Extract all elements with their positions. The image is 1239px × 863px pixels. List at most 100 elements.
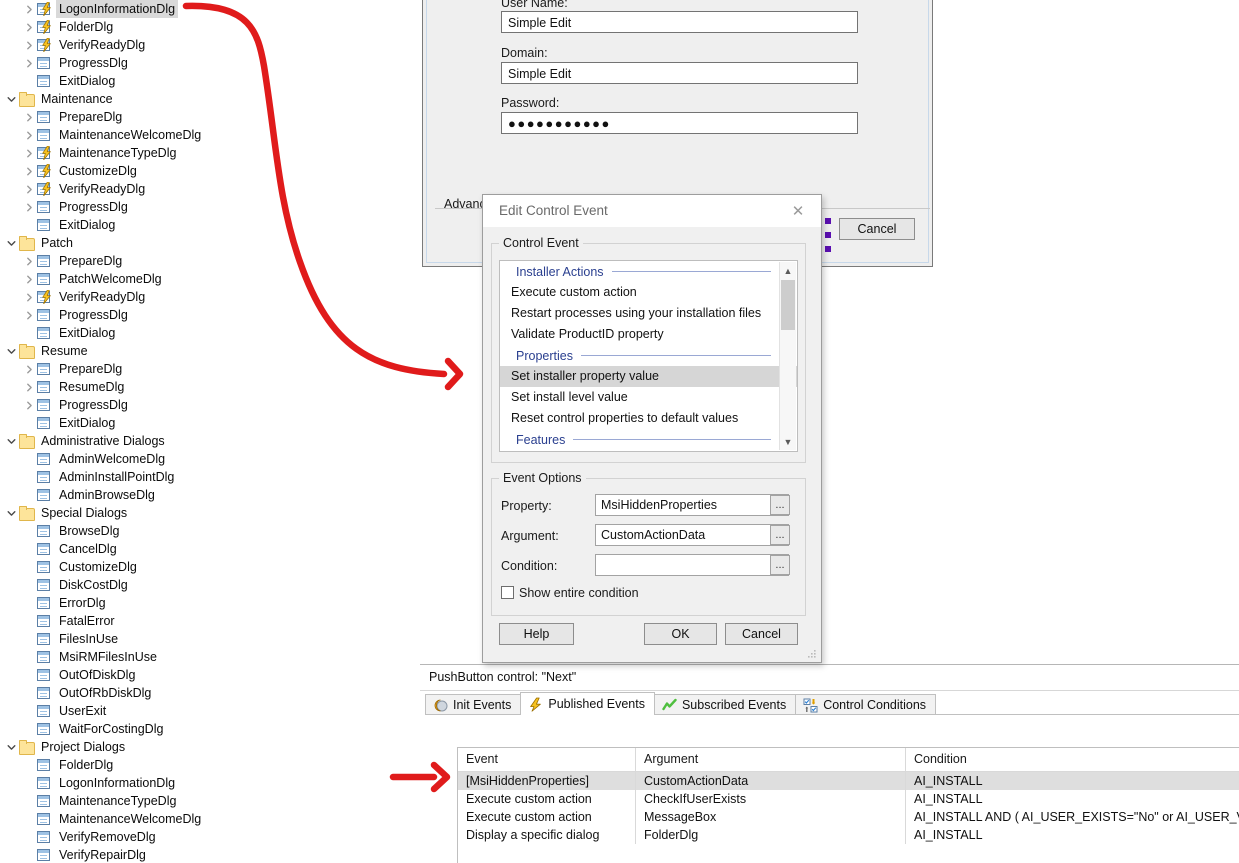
chevron-right-icon[interactable] (22, 18, 36, 36)
tree-item-exitdialog[interactable]: ExitDialog (0, 414, 420, 432)
tree-item-logoninformationdlg[interactable]: LogonInformationDlg (0, 774, 420, 792)
tree-item-verifyreadydlg[interactable]: VerifyReadyDlg (0, 180, 420, 198)
tree-item-errordlg[interactable]: ErrorDlg (0, 594, 420, 612)
event-group-features[interactable]: Features▲ (500, 429, 797, 450)
chevron-down-icon[interactable] (4, 738, 18, 756)
tree-item-preparedlg[interactable]: PrepareDlg (0, 108, 420, 126)
resize-grip-icon[interactable] (807, 649, 817, 659)
tree-item-admininstallpointdlg[interactable]: AdminInstallPointDlg (0, 468, 420, 486)
chevron-right-icon[interactable] (22, 144, 36, 162)
grid-cell[interactable]: Execute custom action (458, 790, 636, 808)
tree-item-logoninformationdlg[interactable]: LogonInformationDlg (0, 0, 420, 18)
tree-item-fatalerror[interactable]: FatalError (0, 612, 420, 630)
selection-handle-top[interactable] (825, 218, 831, 224)
tree-item-special-dialogs[interactable]: Special Dialogs (0, 504, 420, 522)
chevron-right-icon[interactable] (22, 360, 36, 378)
tree-item-maintenancewelcomedlg[interactable]: MaintenanceWelcomeDlg (0, 126, 420, 144)
tab-control-conditions[interactable]: Control Conditions (795, 694, 936, 715)
chevron-right-icon[interactable] (22, 126, 36, 144)
show-entire-condition-checkbox[interactable] (501, 586, 514, 599)
tree-item-canceldlg[interactable]: CancelDlg (0, 540, 420, 558)
tree-item-folderdlg[interactable]: FolderDlg (0, 18, 420, 36)
tab-published-events[interactable]: Published Events (520, 692, 655, 715)
tree-item-patch[interactable]: Patch (0, 234, 420, 252)
argument-input[interactable]: CustomActionData (595, 524, 789, 546)
events-tabstrip[interactable]: Init EventsPublished EventsSubscribed Ev… (425, 692, 935, 715)
tree-item-preparedlg[interactable]: PrepareDlg (0, 252, 420, 270)
tree-item-progressdlg[interactable]: ProgressDlg (0, 306, 420, 324)
grid-cell[interactable]: AI_INSTALL (906, 826, 1239, 844)
grid-cell[interactable]: Execute custom action (458, 808, 636, 826)
grid-cell[interactable]: AI_INSTALL (906, 772, 1239, 790)
tree-item-maintenancetypedlg[interactable]: MaintenanceTypeDlg (0, 792, 420, 810)
chevron-right-icon[interactable] (22, 162, 36, 180)
chevron-down-icon[interactable] (4, 504, 18, 522)
tree-item-verifyrepairdlg[interactable]: VerifyRepairDlg (0, 846, 420, 863)
tree-item-exitdialog[interactable]: ExitDialog (0, 324, 420, 342)
ok-button[interactable]: OK (644, 623, 717, 645)
tree-item-msirmfilesinuse[interactable]: MsiRMFilesInUse (0, 648, 420, 666)
event-list-item[interactable]: Set install level value (500, 387, 797, 408)
chevron-down-icon[interactable] (4, 432, 18, 450)
tab-subscribed-events[interactable]: Subscribed Events (654, 694, 796, 715)
tree-item-verifyreadydlg[interactable]: VerifyReadyDlg (0, 288, 420, 306)
tree-item-customizedlg[interactable]: CustomizeDlg (0, 162, 420, 180)
tree-item-administrative-dialogs[interactable]: Administrative Dialogs (0, 432, 420, 450)
domain-field[interactable]: Simple Edit (501, 62, 858, 84)
designer-cancel-button[interactable]: Cancel (839, 218, 915, 240)
show-entire-condition-label[interactable]: Show entire condition (519, 586, 639, 600)
chevron-down-icon[interactable] (4, 342, 18, 360)
tree-item-exitdialog[interactable]: ExitDialog (0, 72, 420, 90)
dialog-title-bar[interactable]: Edit Control Event ✕ (483, 195, 821, 227)
help-button[interactable]: Help (499, 623, 574, 645)
grid-cell[interactable]: Display a specific dialog (458, 826, 636, 844)
chevron-right-icon[interactable] (22, 54, 36, 72)
grid-cell[interactable]: MessageBox (636, 808, 906, 826)
tree-item-adminwelcomedlg[interactable]: AdminWelcomeDlg (0, 450, 420, 468)
grid-column-header[interactable]: Event (458, 748, 636, 771)
property-input[interactable]: MsiHiddenProperties (595, 494, 789, 516)
grid-column-header[interactable]: Condition (906, 748, 1239, 771)
tree-item-progressdlg[interactable]: ProgressDlg (0, 198, 420, 216)
user-name-field[interactable]: Simple Edit (501, 11, 858, 33)
control-event-scrollbar[interactable]: ▲ ▼ (779, 262, 796, 450)
condition-input[interactable] (595, 554, 789, 576)
grid-row[interactable]: Execute custom actionCheckIfUserExistsAI… (458, 790, 1239, 808)
tree-item-patchwelcomedlg[interactable]: PatchWelcomeDlg (0, 270, 420, 288)
selection-handle-bottom[interactable] (825, 246, 831, 252)
grid-header-row[interactable]: EventArgumentCondition (458, 748, 1239, 772)
tree-item-folderdlg[interactable]: FolderDlg (0, 756, 420, 774)
tree-item-browsedlg[interactable]: BrowseDlg (0, 522, 420, 540)
scroll-down-icon[interactable]: ▼ (780, 433, 796, 450)
chevron-right-icon[interactable] (22, 288, 36, 306)
grid-body[interactable]: [MsiHiddenProperties]CustomActionDataAI_… (458, 772, 1239, 844)
tree-item-waitforcostingdlg[interactable]: WaitForCostingDlg (0, 720, 420, 738)
tree-item-resume[interactable]: Resume (0, 342, 420, 360)
tree-item-progressdlg[interactable]: ProgressDlg (0, 54, 420, 72)
password-field[interactable]: ●●●●●●●●●●● (501, 112, 858, 134)
condition-browse-button[interactable]: ... (770, 555, 790, 575)
tree-item-resumedlg[interactable]: ResumeDlg (0, 378, 420, 396)
chevron-down-icon[interactable] (4, 234, 18, 252)
chevron-right-icon[interactable] (22, 108, 36, 126)
property-browse-button[interactable]: ... (770, 495, 790, 515)
chevron-right-icon[interactable] (22, 0, 36, 18)
tree-item-exitdialog[interactable]: ExitDialog (0, 216, 420, 234)
grid-row[interactable]: Execute custom actionMessageBoxAI_INSTAL… (458, 808, 1239, 826)
tab-init-events[interactable]: Init Events (425, 694, 521, 715)
tree-item-maintenancetypedlg[interactable]: MaintenanceTypeDlg (0, 144, 420, 162)
event-list-item[interactable]: Execute custom action (500, 282, 797, 303)
chevron-right-icon[interactable] (22, 252, 36, 270)
event-list-item[interactable]: Install one or more features locally (500, 450, 797, 452)
tree-item-verifyreadydlg[interactable]: VerifyReadyDlg (0, 36, 420, 54)
control-event-list-body[interactable]: Installer Actions▲Execute custom actionR… (500, 261, 797, 452)
tree-item-maintenancewelcomedlg[interactable]: MaintenanceWelcomeDlg (0, 810, 420, 828)
selection-handle-middle[interactable] (825, 232, 831, 238)
published-events-grid[interactable]: EventArgumentCondition [MsiHiddenPropert… (457, 747, 1239, 863)
tree-item-verifyremovedlg[interactable]: VerifyRemoveDlg (0, 828, 420, 846)
grid-cell[interactable]: CustomActionData (636, 772, 906, 790)
chevron-right-icon[interactable] (22, 198, 36, 216)
control-event-list[interactable]: Installer Actions▲Execute custom actionR… (499, 260, 798, 452)
grid-cell[interactable]: [MsiHiddenProperties] (458, 772, 636, 790)
chevron-right-icon[interactable] (22, 270, 36, 288)
